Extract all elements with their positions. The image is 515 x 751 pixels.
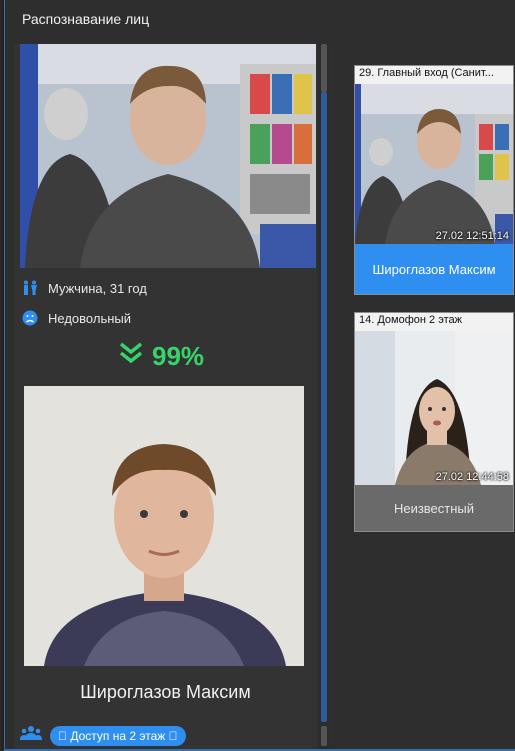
- event-person-name: Широглазов Максим: [355, 244, 513, 294]
- event-snapshot: 27.02 12:51:14: [355, 84, 513, 244]
- people-gender-icon: [22, 280, 38, 296]
- scrollbar-bottom-track: [321, 726, 327, 746]
- recognized-person-name: Широглазов Максим: [80, 682, 251, 702]
- detail-scrollbar[interactable]: [319, 44, 329, 749]
- match-percent: 99%: [152, 341, 205, 371]
- gender-age-text: Мужчина, 31 год: [48, 280, 147, 296]
- event-person-name: Неизвестный: [355, 485, 513, 531]
- event-snapshot: 27.02 12:44:58: [355, 331, 513, 485]
- event-camera-name: 14. Домофон 2 этаж: [355, 313, 513, 331]
- event-timestamp: 27.02 12:44:58: [435, 471, 509, 483]
- emotion-row: Недовольный: [22, 310, 131, 326]
- event-card-unknown[interactable]: 14. Домофон 2 этаж 27.02 12:44:58 Неизве…: [354, 312, 514, 532]
- event-camera-name: 29. Главный вход (Санит...: [355, 66, 513, 84]
- group-users-icon: [20, 725, 42, 746]
- gender-age-row: Мужчина, 31 год: [22, 280, 147, 296]
- match-score: 99%: [118, 340, 204, 373]
- event-timestamp: 27.02 12:51:14: [435, 230, 509, 242]
- scrollbar-top-track: [321, 44, 327, 92]
- unhappy-face-icon: [22, 310, 38, 326]
- camera-snapshot[interactable]: [20, 44, 316, 268]
- window-title: Распознавание лиц: [22, 11, 150, 27]
- scrollbar-thumb[interactable]: [321, 92, 327, 722]
- emotion-text: Недовольный: [48, 310, 131, 326]
- access-groups-row:  Доступ на 2 этаж : [20, 725, 186, 746]
- double-chevron-down-icon: [118, 340, 144, 373]
- reference-portrait: [24, 386, 304, 666]
- event-card-known[interactable]: 29. Главный вход (Санит... 27.02 12:51:1…: [354, 65, 514, 295]
- access-group-badge[interactable]:  Доступ на 2 этаж : [50, 725, 186, 746]
